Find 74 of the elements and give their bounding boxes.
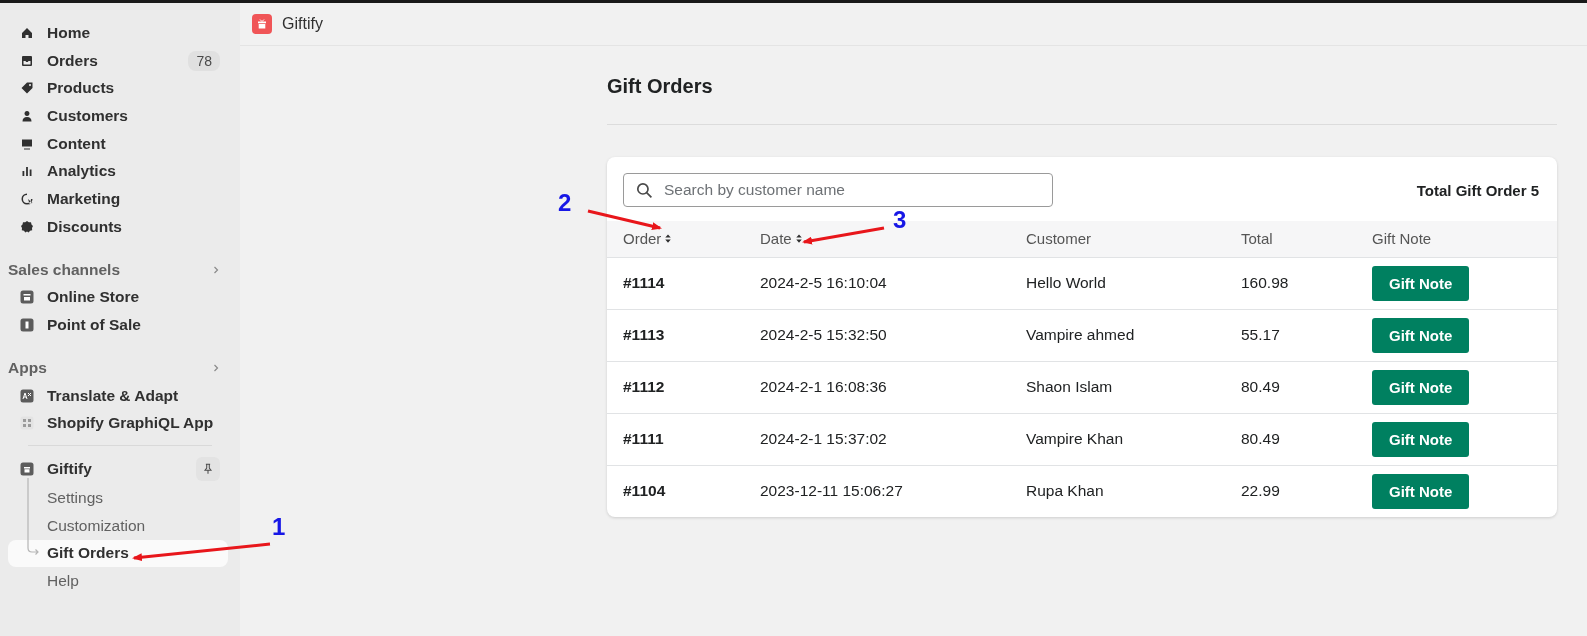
search-field[interactable]: Search by customer name	[623, 173, 1053, 207]
table-cell: Shaon Islam	[1026, 378, 1113, 395]
gift-icon	[20, 462, 34, 477]
app-tile-icon	[20, 290, 34, 305]
nav-item[interactable]: Online Store	[8, 283, 228, 312]
column-header[interactable]: Date	[760, 230, 792, 248]
sub-nav-item[interactable]: Customization	[8, 511, 228, 540]
nav-item[interactable]: Home	[8, 19, 228, 47]
sub-nav-item[interactable]: Gift Orders	[8, 539, 228, 568]
nav-item[interactable]: Products	[8, 74, 228, 103]
sort-icon[interactable]	[794, 233, 803, 245]
nav-item[interactable]: Analytics	[8, 157, 228, 186]
inbox-icon	[20, 53, 34, 68]
section-title[interactable]: Apps	[8, 359, 47, 378]
table-cell: 55.17	[1241, 326, 1280, 343]
person-icon	[20, 108, 34, 123]
gift-note-button[interactable]: Gift Note	[1372, 473, 1470, 509]
nav-item[interactable]: Translate & Adapt	[8, 381, 228, 410]
annotation-number: 3	[893, 208, 907, 232]
count-badge: 78	[188, 50, 220, 71]
gift-note-button[interactable]: Gift Note	[1372, 369, 1470, 405]
table-cell: 80.49	[1241, 378, 1280, 395]
gift-note-button[interactable]: Gift Note	[1372, 421, 1470, 457]
table-cell: Hello World	[1026, 274, 1106, 291]
column-header: Total	[1241, 230, 1273, 248]
table-cell: #1111	[623, 430, 664, 447]
app-nav-item[interactable]: Giftify	[8, 454, 228, 485]
gift-note-button[interactable]: Gift Note	[1372, 317, 1470, 353]
table-cell: #1113	[623, 326, 665, 343]
app-tile-icon	[20, 388, 34, 403]
annotation-number: 1	[272, 515, 286, 539]
column-header[interactable]: Order	[623, 230, 662, 248]
table-cell: Vampire Khan	[1026, 430, 1124, 447]
grid-icon	[20, 416, 34, 431]
table-cell: #1104	[623, 482, 666, 500]
chevron-right-icon[interactable]	[212, 265, 220, 275]
sort-icon[interactable]	[664, 233, 673, 245]
nav-item[interactable]: Orders 78	[8, 46, 228, 75]
table-cell: #1114	[623, 274, 665, 291]
table-cell: 160.98	[1241, 274, 1289, 291]
table-cell: 22.99	[1241, 482, 1280, 500]
annotation-number: 2	[558, 191, 572, 215]
table-cell: 2024-2-1 16:08:36	[760, 378, 887, 395]
nav-item[interactable]: Discounts	[8, 212, 228, 241]
pin-icon[interactable]	[196, 457, 220, 482]
table-cell: Vampire ahmed	[1026, 326, 1135, 343]
gift-note-button[interactable]: Gift Note	[1372, 265, 1470, 301]
column-header: Gift Note	[1372, 230, 1432, 248]
tag-icon	[20, 81, 34, 96]
column-header: Customer	[1026, 230, 1092, 248]
nav-item[interactable]: Point of Sale	[8, 311, 228, 339]
discount-icon	[20, 219, 34, 234]
app-tile-icon	[20, 318, 34, 333]
total-count: Total Gift Order 5	[1416, 181, 1539, 199]
table-cell: 2024-2-1 15:37:02	[760, 430, 887, 447]
bars-icon	[20, 164, 34, 179]
nav-item[interactable]: Customers	[8, 102, 228, 130]
page-title: Gift Orders	[607, 74, 714, 98]
nav-item[interactable]: Content	[8, 129, 228, 158]
section-title[interactable]: Sales channels	[8, 261, 120, 279]
table-cell: 2023-12-11 15:06:27	[760, 482, 903, 500]
table-cell: 80.49	[1241, 430, 1280, 447]
table-cell: #1112	[623, 378, 665, 395]
nav-item[interactable]: Marketing	[8, 185, 228, 213]
home-icon	[20, 25, 34, 40]
table-cell: 2024-2-5 16:10:04	[760, 274, 887, 291]
chevron-right-icon[interactable]	[212, 363, 220, 374]
gift-icon	[252, 14, 272, 34]
sub-nav-item[interactable]: Settings	[8, 484, 228, 512]
nav-item[interactable]: Shopify GraphiQL App	[8, 409, 228, 438]
app-name: Giftify	[282, 15, 323, 33]
table-cell: Rupa Khan	[1026, 482, 1104, 500]
sub-nav-item[interactable]: Help	[8, 567, 228, 595]
table-cell: 2024-2-5 15:32:50	[760, 326, 887, 343]
